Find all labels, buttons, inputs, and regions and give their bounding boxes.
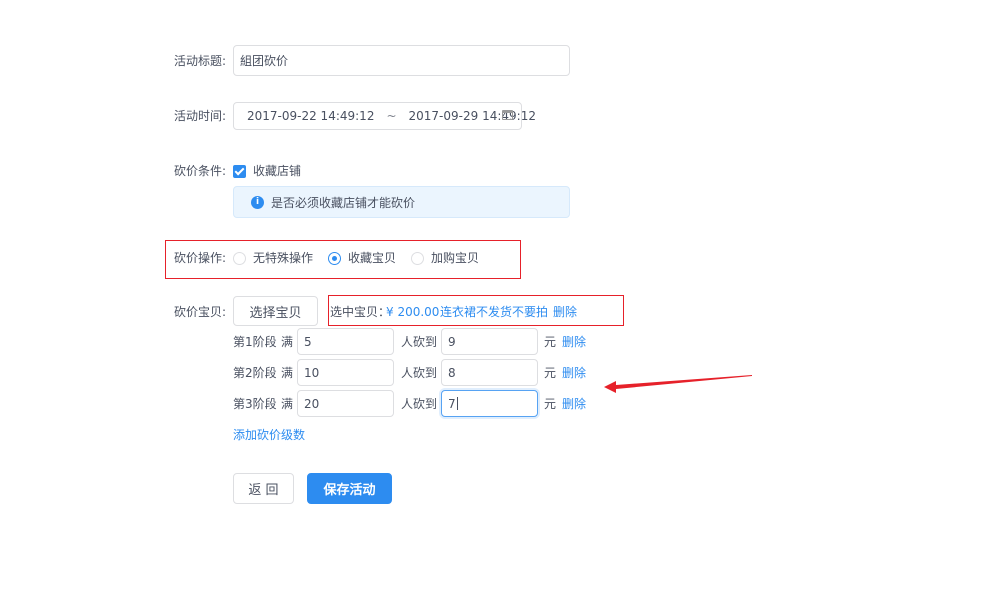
condition-label: 砍价条件: [174,164,227,178]
stage-label: 第2阶段 [233,366,277,380]
calendar-icon[interactable] [502,110,513,120]
stage-people-suffix: 人砍到 [401,335,438,349]
title-input-value: 組团砍价 [240,54,289,68]
date-range-picker[interactable]: 2017-09-22 14:49:12 ~ 2017-09-29 14:49:1… [233,102,536,130]
stage-delete-link[interactable]: 删除 [562,334,586,350]
operation-radio-none[interactable] [233,252,246,265]
stage-people-input[interactable]: 20 [297,390,394,417]
stage-price-value: 9 [448,334,456,349]
annotation-arrow [604,375,752,393]
selected-item-name[interactable]: 连衣裙不发货不要拍 [440,304,548,320]
operation-radio-collect[interactable] [328,252,341,265]
stage-price-value: 7 [448,396,456,411]
stage-full-label: 满 [281,335,294,349]
time-separator: ~ [386,109,397,123]
stage-unit: 元 [544,397,557,411]
stage-delete-link[interactable]: 删除 [562,365,586,381]
time-start: 2017-09-22 14:49:12 [247,109,375,123]
selected-item-prefix: 选中宝贝： [330,305,391,319]
condition-info-alert: i 是否必须收藏店铺才能砍价 [233,186,570,218]
selected-item-price: ¥ 200.00 [386,305,440,319]
stage-price-input[interactable]: 8 [441,359,538,386]
annotation-arrow-shape [604,375,752,393]
item-label: 砍价宝贝: [174,305,227,319]
stage-price-input-focused[interactable]: 7 [441,390,538,417]
stage-people-input[interactable]: 5 [297,328,394,355]
collect-shop-checkbox[interactable] [233,165,246,178]
title-label: 活动标题: [174,54,227,68]
operation-radio-cart[interactable] [411,252,424,265]
stage-delete-link[interactable]: 删除 [562,396,586,412]
stage-unit: 元 [544,366,557,380]
stage-full-label: 满 [281,366,294,380]
text-cursor [456,397,458,410]
time-end: 2017-09-29 14:49:12 [408,109,536,123]
stage-people-suffix: 人砍到 [401,397,438,411]
stage-full-label: 满 [281,397,294,411]
stage-people-input[interactable]: 10 [297,359,394,386]
back-button[interactable]: 返 回 [233,473,294,504]
stage-label: 第3阶段 [233,397,277,411]
stage-unit: 元 [544,335,557,349]
stage-people-value: 5 [304,334,312,349]
stage-price-input[interactable]: 9 [441,328,538,355]
operation-option-none[interactable]: 无特殊操作 [253,250,313,266]
time-label: 活动时间: [174,109,227,123]
stage-people-suffix: 人砍到 [401,366,438,380]
stage-people-value: 10 [304,365,320,380]
selected-item-delete-link[interactable]: 删除 [553,304,577,320]
add-stage-link[interactable]: 添加砍价级数 [233,427,305,443]
operation-label: 砍价操作: [174,251,227,265]
stage-price-value: 8 [448,365,456,380]
stage-label: 第1阶段 [233,335,277,349]
operation-option-cart[interactable]: 加购宝贝 [431,250,479,266]
condition-info-text: 是否必须收藏店铺才能砍价 [271,195,416,210]
select-item-button[interactable]: 选择宝贝 [233,296,318,326]
save-activity-button[interactable]: 保存活动 [307,473,392,504]
collect-shop-checkbox-label[interactable]: 收藏店铺 [253,163,301,179]
info-icon: i [251,195,264,209]
operation-option-collect[interactable]: 收藏宝贝 [348,250,396,266]
stage-people-value: 20 [304,396,320,411]
title-input[interactable]: 組团砍价 [233,45,570,76]
